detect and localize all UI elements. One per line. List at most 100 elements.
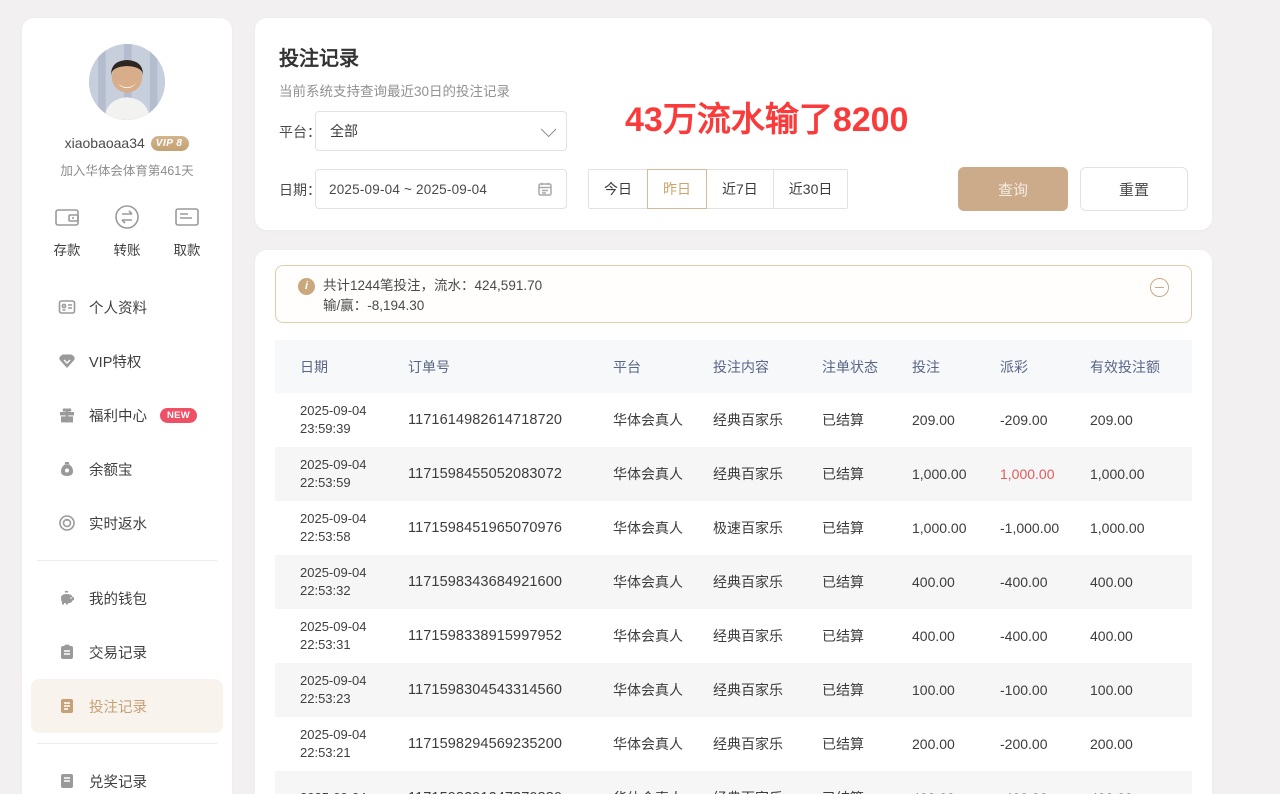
cell-date: 2025-09-04 23:59:39: [275, 402, 408, 438]
cell-date: 2025-09-04 22:53:31: [275, 618, 408, 654]
prize-record-icon: [58, 772, 76, 790]
cell-bet-amount: 209.00: [912, 412, 1000, 428]
withdraw-button[interactable]: 取款: [172, 202, 202, 259]
sidebar: xiaobaoaa34 VIP 8 加入华体会体育第461天 存款 转账 取款 …: [22, 18, 232, 794]
sidebar-item-label: 福利中心: [89, 405, 147, 426]
sidebar-item-transactions[interactable]: 交易记录: [22, 625, 232, 679]
table-row[interactable]: 2025-09-04 22:53:32 1171598343684921600 …: [275, 555, 1192, 609]
range-today-button[interactable]: 今日: [588, 169, 648, 209]
cell-status: 已结算: [822, 464, 912, 484]
cell-bet-content: 经典百家乐: [713, 464, 822, 484]
cell-payout: -1,000.00: [1000, 520, 1090, 536]
vip-heart-icon: [58, 352, 76, 370]
table-row[interactable]: 2025-09-04 22:53:23 1171598304543314560 …: [275, 663, 1192, 717]
cell-order-number: 1171598455052083072: [408, 466, 613, 482]
collapse-icon[interactable]: [1150, 278, 1169, 297]
cell-bet-content: 经典百家乐: [713, 734, 822, 754]
table-row[interactable]: 2025-09-04 22:53:58 1171598451965070976 …: [275, 501, 1192, 555]
table-row[interactable]: 2025-09-04 22:53:59 1171598455052083072 …: [275, 447, 1192, 501]
cell-valid-amount: 1,000.00: [1090, 520, 1192, 536]
table-body: 2025-09-04 23:59:39 1171614982614718720 …: [275, 393, 1192, 794]
sidebar-item-label: 投注记录: [89, 696, 147, 717]
table-row[interactable]: 2025-09-04 23:59:39 1171614982614718720 …: [275, 393, 1192, 447]
rebate-icon: [58, 514, 76, 532]
withdraw-label: 取款: [174, 239, 201, 259]
sidebar-item-wallet[interactable]: 我的钱包: [22, 571, 232, 625]
date-range-value: 2025-09-04 ~ 2025-09-04: [329, 182, 487, 197]
cell-status: 已结算: [822, 626, 912, 646]
cell-status: 已结算: [822, 410, 912, 430]
cell-platform: 华体会真人: [613, 788, 713, 794]
new-badge: NEW: [160, 408, 197, 423]
cell-valid-amount: 400.00: [1090, 790, 1192, 794]
sidebar-item-vip[interactable]: VIP特权: [22, 334, 232, 388]
red-annotation-text: 43万流水输了8200: [625, 92, 908, 141]
sidebar-item-bet-records[interactable]: 投注记录: [31, 679, 223, 733]
sidebar-item-prize-records[interactable]: 兑奖记录: [22, 754, 232, 794]
deposit-button[interactable]: 存款: [52, 202, 82, 259]
sidebar-item-label: 个人资料: [89, 297, 147, 318]
cell-payout: 1,000.00: [1000, 466, 1090, 482]
cell-platform: 华体会真人: [613, 734, 713, 754]
platform-selected-value: 全部: [330, 121, 358, 141]
cell-bet-content: 极速百家乐: [713, 518, 822, 538]
table-row[interactable]: 2025-09-04 22:53:31 1171598338915997952 …: [275, 609, 1192, 663]
range-7days-button[interactable]: 近7日: [706, 169, 774, 209]
transfer-icon: [112, 202, 142, 232]
cell-date: 2025-09-04 22:53:58: [275, 510, 408, 546]
id-card-icon: [58, 298, 76, 316]
cell-bet-content: 经典百家乐: [713, 626, 822, 646]
col-header-date: 日期: [275, 357, 408, 377]
table-header-row: 日期 订单号 平台 投注内容 注单状态 投注 派彩 有效投注额: [275, 340, 1192, 393]
cell-date: 2025-09-04 22:53:23: [275, 672, 408, 708]
cell-platform: 华体会真人: [613, 680, 713, 700]
quick-date-range-group: 今日 昨日 近7日 近30日: [588, 169, 848, 209]
cell-valid-amount: 400.00: [1090, 628, 1192, 644]
reset-button[interactable]: 重置: [1080, 167, 1188, 211]
cell-bet-amount: 1,000.00: [912, 466, 1000, 482]
sidebar-item-label: 兑奖记录: [89, 771, 147, 792]
avatar[interactable]: [89, 44, 165, 120]
calendar-icon: [537, 181, 553, 197]
cell-date: 2025-09-04 22:53:59: [275, 456, 408, 492]
summary-line2: 输/赢：-8,194.30: [323, 296, 424, 316]
page-title: 投注记录: [279, 42, 359, 71]
cell-bet-content: 经典百家乐: [713, 572, 822, 592]
cell-bet-amount: 200.00: [912, 736, 1000, 752]
range-yesterday-button[interactable]: 昨日: [647, 169, 707, 209]
col-header-valid: 有效投注额: [1090, 357, 1192, 377]
cell-payout: -209.00: [1000, 412, 1090, 428]
range-30days-button[interactable]: 近30日: [773, 169, 849, 209]
cell-bet-amount: 400.00: [912, 790, 1000, 794]
cell-status: 已结算: [822, 734, 912, 754]
sidebar-item-label: 交易记录: [89, 642, 147, 663]
date-range-input[interactable]: 2025-09-04 ~ 2025-09-04: [315, 169, 567, 209]
transfer-button[interactable]: 转账: [112, 202, 142, 259]
menu-divider: [37, 743, 217, 744]
sidebar-item-rebate[interactable]: 实时返水: [22, 496, 232, 550]
cell-order-number: 1171598343684921600: [408, 574, 613, 590]
summary-box: i 共计1244笔投注，流水：424,591.70 输/赢：-8,194.30: [275, 265, 1192, 323]
query-button[interactable]: 查询: [958, 167, 1068, 211]
cell-valid-amount: 209.00: [1090, 412, 1192, 428]
cell-bet-amount: 1,000.00: [912, 520, 1000, 536]
money-pouch-icon: [58, 460, 76, 478]
cell-order-number: 1171598451965070976: [408, 520, 613, 536]
cell-order-number: 1171598304543314560: [408, 682, 613, 698]
sidebar-item-yuebao[interactable]: 余额宝: [22, 442, 232, 496]
cell-order-number: 1171598338915997952: [408, 628, 613, 644]
table-row[interactable]: 2025-09-04 22:53:21 1171598294569235200 …: [275, 717, 1192, 771]
join-days-text: 加入华体会体育第461天: [22, 160, 232, 179]
platform-select[interactable]: 全部: [315, 111, 567, 151]
cell-status: 已结算: [822, 572, 912, 592]
sidebar-item-welfare[interactable]: 福利中心 NEW: [22, 388, 232, 442]
avatar-image: [89, 44, 165, 120]
table-row[interactable]: 2025-09-04 1171598291247370880 华体会真人 经典百…: [275, 771, 1192, 794]
cell-valid-amount: 200.00: [1090, 736, 1192, 752]
info-icon: i: [298, 278, 315, 295]
sidebar-item-profile[interactable]: 个人资料: [22, 280, 232, 334]
wallet-icon: [52, 202, 82, 232]
cell-platform: 华体会真人: [613, 464, 713, 484]
cell-valid-amount: 400.00: [1090, 574, 1192, 590]
sidebar-item-label: 我的钱包: [89, 588, 147, 609]
